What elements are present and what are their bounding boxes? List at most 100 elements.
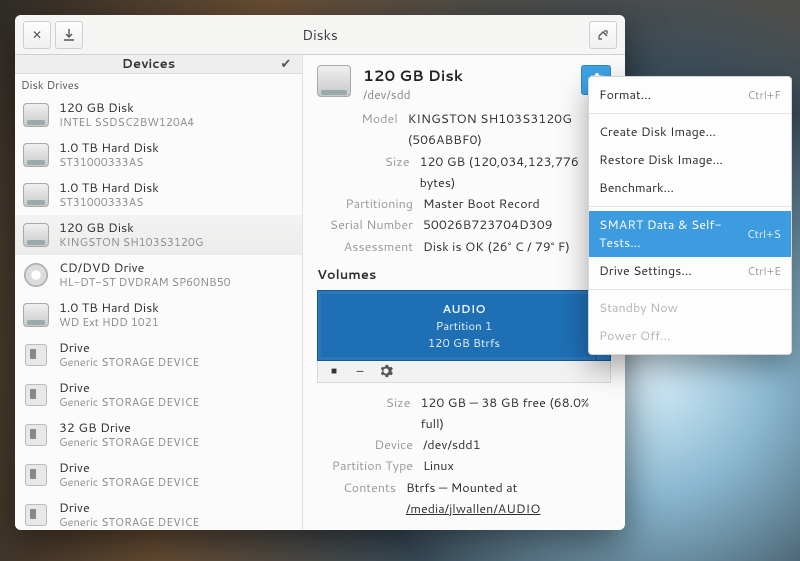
value-partitioning: Master Boot Record bbox=[423, 194, 540, 215]
device-row[interactable]: 32 GB DriveGeneric STORAGE DEVICE bbox=[15, 415, 302, 455]
device-section-label: Disk Drives bbox=[15, 74, 302, 95]
value-contents-prefix: Btrfs — Mounted at bbox=[406, 479, 517, 497]
device-subtitle: ST31000333AS bbox=[59, 156, 159, 169]
usb-icon bbox=[21, 340, 51, 370]
volume-toolbar bbox=[317, 361, 611, 383]
device-row[interactable]: 1.0 TB Hard DiskST31000333AS bbox=[15, 175, 302, 215]
device-subtitle: Generic STORAGE DEVICE bbox=[59, 516, 199, 529]
partition-index: Partition 1 bbox=[436, 317, 492, 334]
menu-separator bbox=[589, 289, 791, 290]
maximize-button[interactable] bbox=[589, 21, 617, 49]
label-serial: Serial Number bbox=[317, 215, 413, 236]
value-size: 120 GB (120,034,123,776 bytes) bbox=[420, 152, 611, 195]
app-menu-button[interactable] bbox=[55, 21, 83, 49]
hdd-icon bbox=[21, 180, 51, 210]
hdd-icon bbox=[21, 300, 51, 330]
delete-partition-button[interactable] bbox=[350, 361, 370, 381]
partition-size: 120 GB Btrfs bbox=[428, 334, 500, 351]
device-text: 1.0 TB Hard DiskST31000333AS bbox=[59, 141, 159, 168]
device-row[interactable]: DriveGeneric STORAGE DEVICE bbox=[15, 375, 302, 415]
disk-title: 120 GB Disk bbox=[363, 65, 463, 86]
device-text: DriveGeneric STORAGE DEVICE bbox=[59, 501, 199, 528]
label-assessment: Assessment bbox=[317, 237, 413, 258]
menu-item-label: SMART Data & Self-Tests… bbox=[599, 216, 747, 252]
titlebar: Disks bbox=[15, 15, 625, 55]
value-contents: Btrfs — Mounted at /media/jlwallen/AUDIO bbox=[406, 478, 611, 521]
value-assessment: Disk is OK (26° C / 79° F) bbox=[423, 237, 570, 258]
device-row[interactable]: 120 GB DiskKINGSTON SH103S3120G bbox=[15, 215, 302, 255]
menu-separator bbox=[589, 206, 791, 207]
hdd-icon bbox=[21, 100, 51, 130]
device-text: 1.0 TB Hard DiskST31000333AS bbox=[59, 181, 159, 208]
menu-item[interactable]: Drive Settings… Ctrl+E bbox=[589, 257, 791, 285]
partition-name: AUDIO bbox=[442, 300, 485, 317]
device-text: CD/DVD DriveHL-DT-ST DVDRAM SP60NB50 bbox=[59, 261, 231, 288]
device-subtitle: INTEL SSDSC2BW120A4 bbox=[59, 116, 194, 129]
menu-item-accel: Ctrl+S bbox=[747, 226, 781, 242]
menu-item-label: Create Disk Image… bbox=[599, 123, 716, 141]
disk-info-rows: ModelKINGSTON SH103S3120G (506ABBF0) Siz… bbox=[317, 109, 611, 258]
menu-item-label: Restore Disk Image… bbox=[599, 151, 723, 169]
hdd-icon bbox=[21, 220, 51, 250]
menu-item-accel: Ctrl+F bbox=[747, 87, 781, 103]
sidebar-header: Devices ✔ bbox=[15, 55, 302, 74]
menu-item-label: Benchmark… bbox=[599, 179, 674, 197]
label-vol-size: Size bbox=[317, 393, 410, 436]
menu-item-label: Format… bbox=[599, 86, 651, 104]
menu-item-label: Power Off… bbox=[599, 327, 671, 345]
device-subtitle: Generic STORAGE DEVICE bbox=[59, 476, 199, 489]
device-text: DriveGeneric STORAGE DEVICE bbox=[59, 341, 199, 368]
disks-window: Disks Devices ✔ Disk Drives 120 GB DiskI… bbox=[15, 15, 625, 530]
device-subtitle: ST31000333AS bbox=[59, 196, 159, 209]
mount-path-link[interactable]: /media/jlwallen/AUDIO bbox=[406, 500, 540, 518]
usb-icon bbox=[21, 380, 51, 410]
unmount-button[interactable] bbox=[324, 361, 344, 381]
device-row[interactable]: DriveGeneric STORAGE DEVICE bbox=[15, 335, 302, 375]
usb-icon bbox=[21, 500, 51, 530]
device-row[interactable]: DriveGeneric STORAGE DEVICE bbox=[15, 455, 302, 495]
details-pane: 120 GB Disk /dev/sdd ModelKINGSTON SH103… bbox=[303, 55, 625, 530]
device-row[interactable]: 1.0 TB Hard DiskWD Ext HDD 1021 bbox=[15, 295, 302, 335]
disk-header: 120 GB Disk /dev/sdd bbox=[317, 65, 611, 103]
device-subtitle: WD Ext HDD 1021 bbox=[59, 316, 159, 329]
value-vol-device: /dev/sdd1 bbox=[423, 435, 481, 456]
sidebar-header-select-toggle[interactable]: ✔ bbox=[276, 55, 296, 73]
label-partitioning: Partitioning bbox=[317, 194, 413, 215]
menu-item-label: Drive Settings… bbox=[599, 262, 692, 280]
value-model: KINGSTON SH103S3120G (506ABBF0) bbox=[408, 109, 611, 152]
menu-item-accel: Ctrl+E bbox=[747, 263, 781, 279]
disk-device-path: /dev/sdd bbox=[363, 86, 463, 103]
device-text: 120 GB DiskINTEL SSDSC2BW120A4 bbox=[59, 101, 194, 128]
device-row[interactable]: 1.0 TB Hard DiskST31000333AS bbox=[15, 135, 302, 175]
volumes-label: Volumes bbox=[317, 266, 611, 284]
menu-item[interactable]: SMART Data & Self-Tests…Ctrl+S bbox=[589, 211, 791, 257]
device-row[interactable]: 120 GB DiskINTEL SSDSC2BW120A4 bbox=[15, 95, 302, 135]
menu-item-label: Standby Now bbox=[599, 299, 678, 317]
close-button[interactable] bbox=[23, 21, 51, 49]
menu-item[interactable]: Format… Ctrl+F bbox=[589, 81, 791, 109]
menu-item[interactable]: Benchmark… bbox=[589, 174, 791, 202]
device-row[interactable]: DriveGeneric STORAGE DEVICE bbox=[15, 495, 302, 530]
device-row[interactable]: CD/DVD DriveHL-DT-ST DVDRAM SP60NB50 bbox=[15, 255, 302, 295]
device-subtitle: Generic STORAGE DEVICE bbox=[59, 396, 199, 409]
menu-item[interactable]: Restore Disk Image… bbox=[589, 146, 791, 174]
label-contents: Contents bbox=[317, 478, 396, 521]
device-text: 1.0 TB Hard DiskWD Ext HDD 1021 bbox=[59, 301, 159, 328]
menu-item: Standby Now bbox=[589, 294, 791, 322]
menu-separator bbox=[589, 113, 791, 114]
partition-block[interactable]: AUDIO Partition 1 120 GB Btrfs bbox=[317, 290, 611, 361]
value-partition-type: Linux bbox=[423, 456, 454, 477]
device-list: 120 GB DiskINTEL SSDSC2BW120A4 1.0 TB Har… bbox=[15, 95, 302, 530]
device-subtitle: Generic STORAGE DEVICE bbox=[59, 436, 199, 449]
label-size: Size bbox=[317, 152, 410, 195]
label-partition-type: Partition Type bbox=[317, 456, 413, 477]
usb-icon bbox=[21, 420, 51, 450]
disk-options-menu: Format… Ctrl+F Create Disk Image… Restore D… bbox=[588, 76, 792, 355]
menu-item: Power Off… bbox=[589, 322, 791, 350]
volume-options-button[interactable] bbox=[376, 361, 396, 381]
cd-icon bbox=[21, 260, 51, 290]
disk-icon bbox=[317, 65, 351, 97]
value-serial: 50026B723704D309 bbox=[423, 215, 553, 236]
menu-item[interactable]: Create Disk Image… bbox=[589, 118, 791, 146]
device-subtitle: KINGSTON SH103S3120G bbox=[59, 236, 203, 249]
